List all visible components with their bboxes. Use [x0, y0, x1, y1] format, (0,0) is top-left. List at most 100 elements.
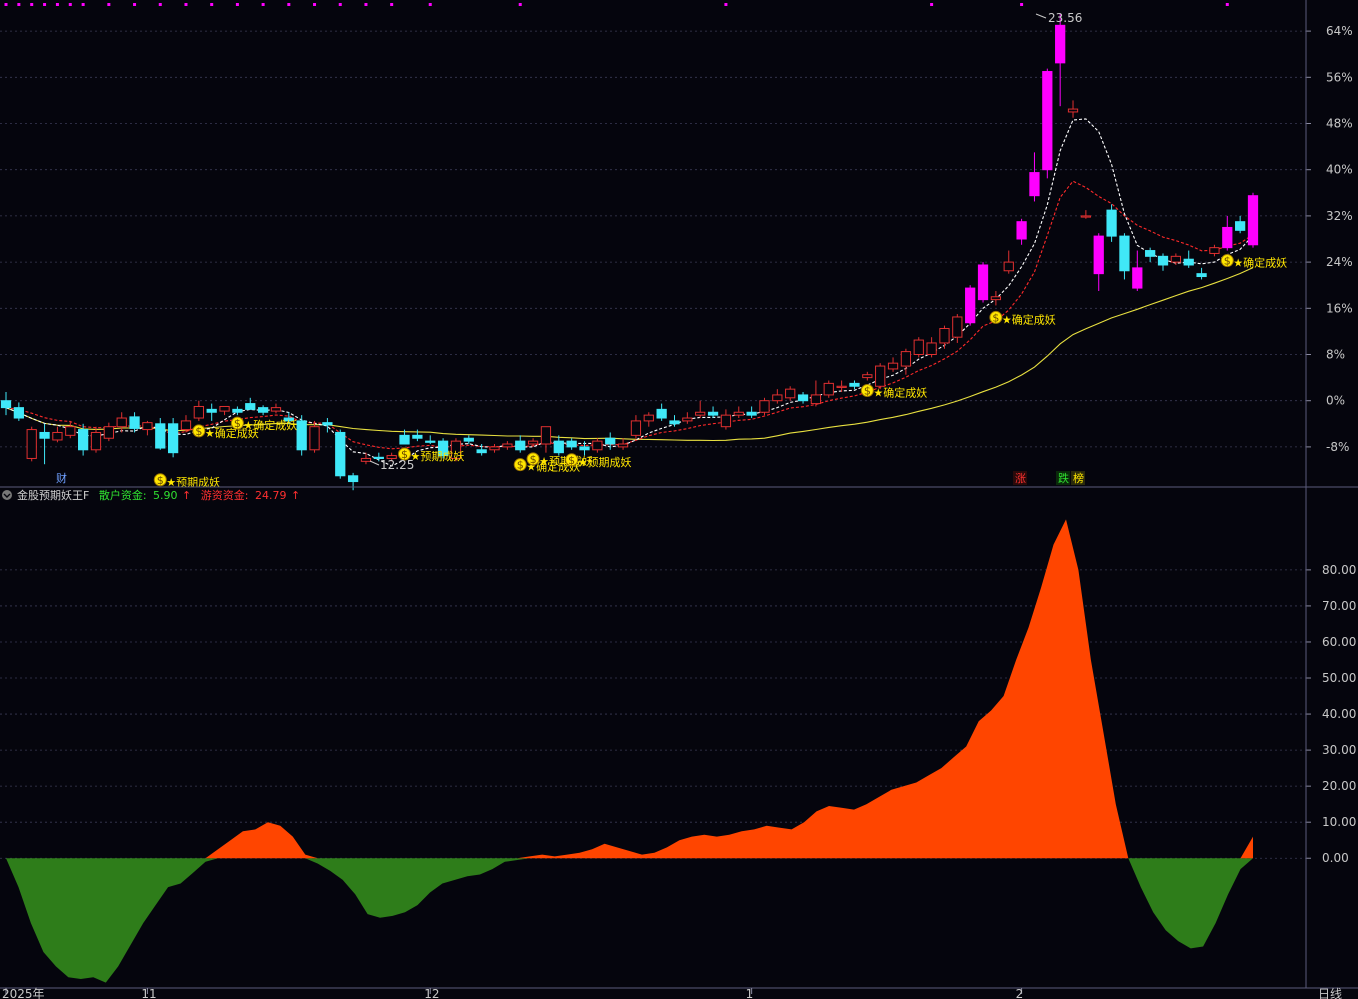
candle-body[interactable] — [90, 431, 102, 451]
zhang-marker[interactable]: 涨 — [1015, 472, 1026, 485]
candle-body[interactable] — [913, 339, 924, 355]
candle-body[interactable] — [232, 408, 243, 413]
candle-body[interactable] — [695, 411, 706, 416]
candle-body[interactable] — [322, 422, 333, 426]
candle-body[interactable] — [463, 437, 474, 442]
candle-body[interactable] — [270, 407, 282, 412]
candle-body[interactable] — [347, 475, 359, 483]
candle-body[interactable] — [52, 431, 63, 441]
candle-body[interactable] — [515, 440, 526, 451]
candle-body[interactable] — [476, 449, 487, 454]
candle-body[interactable] — [116, 417, 127, 428]
candle-body[interactable] — [1222, 226, 1233, 249]
candle-body[interactable] — [180, 420, 192, 431]
candle-body[interactable] — [797, 394, 809, 402]
candle-body[interactable] — [643, 414, 654, 422]
candle-body[interactable] — [206, 408, 217, 413]
candle-body[interactable] — [836, 385, 847, 388]
candle-body[interactable] — [720, 414, 732, 428]
candle-body[interactable] — [887, 362, 899, 370]
candle-body[interactable] — [193, 405, 204, 419]
candle-body[interactable] — [669, 420, 680, 425]
candle-body[interactable] — [965, 287, 976, 324]
candle-body[interactable] — [1170, 255, 1181, 263]
candle-body[interactable] — [296, 420, 307, 451]
candle-body[interactable] — [129, 416, 140, 429]
candle-body[interactable] — [502, 443, 513, 448]
candle-body[interactable] — [1003, 261, 1014, 272]
candle-body[interactable] — [1016, 221, 1027, 240]
candle-body[interactable] — [1145, 250, 1156, 257]
candle-body[interactable] — [78, 429, 89, 451]
candle-body[interactable] — [759, 400, 770, 413]
collapse-icon[interactable] — [2, 490, 12, 500]
candle-body[interactable] — [875, 365, 886, 387]
candle-body[interactable] — [810, 394, 822, 405]
candle-body[interactable] — [527, 440, 539, 445]
candle-body[interactable] — [926, 342, 937, 356]
candle-body[interactable] — [257, 407, 269, 413]
candle-body[interactable] — [617, 443, 629, 448]
candle-body[interactable] — [733, 411, 744, 416]
candle-body[interactable] — [823, 382, 834, 396]
candle-body[interactable] — [399, 434, 410, 445]
candle-body[interactable] — [335, 431, 346, 477]
candle-body[interactable] — [1106, 209, 1117, 237]
candle-body[interactable] — [630, 420, 642, 436]
candle-body[interactable] — [990, 296, 1002, 301]
candle-body[interactable] — [1209, 247, 1220, 254]
die-marker[interactable]: 跌 — [1058, 471, 1069, 485]
candle-body[interactable] — [245, 403, 256, 410]
candle-body[interactable] — [707, 411, 719, 416]
candle-body[interactable] — [1119, 235, 1130, 272]
candle-body[interactable] — [1196, 273, 1207, 278]
candle-body[interactable] — [1132, 267, 1143, 289]
candle-body[interactable] — [1247, 195, 1259, 246]
candle-body[interactable] — [1093, 235, 1104, 275]
candle-body[interactable] — [0, 400, 12, 409]
candle-body[interactable] — [952, 316, 963, 338]
candle-body[interactable] — [553, 440, 564, 454]
candle-body[interactable] — [309, 426, 320, 451]
candle-body[interactable] — [1029, 172, 1040, 197]
cai-marker[interactable]: 财 — [56, 471, 67, 485]
candle-body[interactable] — [746, 411, 757, 416]
candle-body[interactable] — [862, 374, 873, 379]
candle-body[interactable] — [605, 437, 616, 445]
candle-body[interactable] — [785, 388, 796, 399]
candle-body[interactable] — [656, 408, 667, 419]
candle-body[interactable] — [1080, 215, 1092, 218]
candle-body[interactable] — [977, 264, 989, 301]
candle-body[interactable] — [39, 431, 50, 439]
candle-body[interactable] — [219, 405, 230, 412]
candle-body[interactable] — [1067, 108, 1079, 113]
candle-body[interactable] — [939, 328, 950, 344]
candle-body[interactable] — [1042, 71, 1053, 171]
candle-body[interactable] — [682, 417, 693, 422]
candle-body[interactable] — [142, 422, 153, 431]
period-label[interactable]: 日线 — [1318, 987, 1342, 999]
candle-body[interactable] — [1235, 221, 1246, 231]
candle-body[interactable] — [425, 440, 436, 443]
candle-body[interactable] — [1055, 24, 1066, 64]
candle-body[interactable] — [1183, 258, 1194, 266]
indicator-name[interactable]: 金股预期妖王F — [17, 488, 89, 502]
candle-body[interactable] — [900, 351, 912, 367]
candle-body[interactable] — [13, 407, 24, 419]
candle-body[interactable] — [592, 440, 603, 451]
candle-body[interactable] — [155, 423, 166, 449]
candle-body[interactable] — [103, 426, 114, 439]
candle-body[interactable] — [566, 440, 577, 448]
candle-body[interactable] — [540, 426, 552, 445]
candle-body[interactable] — [579, 446, 590, 451]
candle-body[interactable] — [360, 457, 372, 462]
candle-body[interactable] — [412, 434, 423, 439]
candle-body[interactable] — [26, 429, 37, 459]
candle-body[interactable] — [1157, 255, 1169, 266]
candle-body[interactable] — [849, 382, 860, 387]
candle-body[interactable] — [489, 446, 500, 451]
candle-body[interactable] — [772, 394, 783, 402]
candle-body[interactable] — [65, 426, 76, 436]
bang-marker[interactable]: 榜 — [1073, 471, 1084, 485]
candle-body[interactable] — [167, 423, 179, 454]
